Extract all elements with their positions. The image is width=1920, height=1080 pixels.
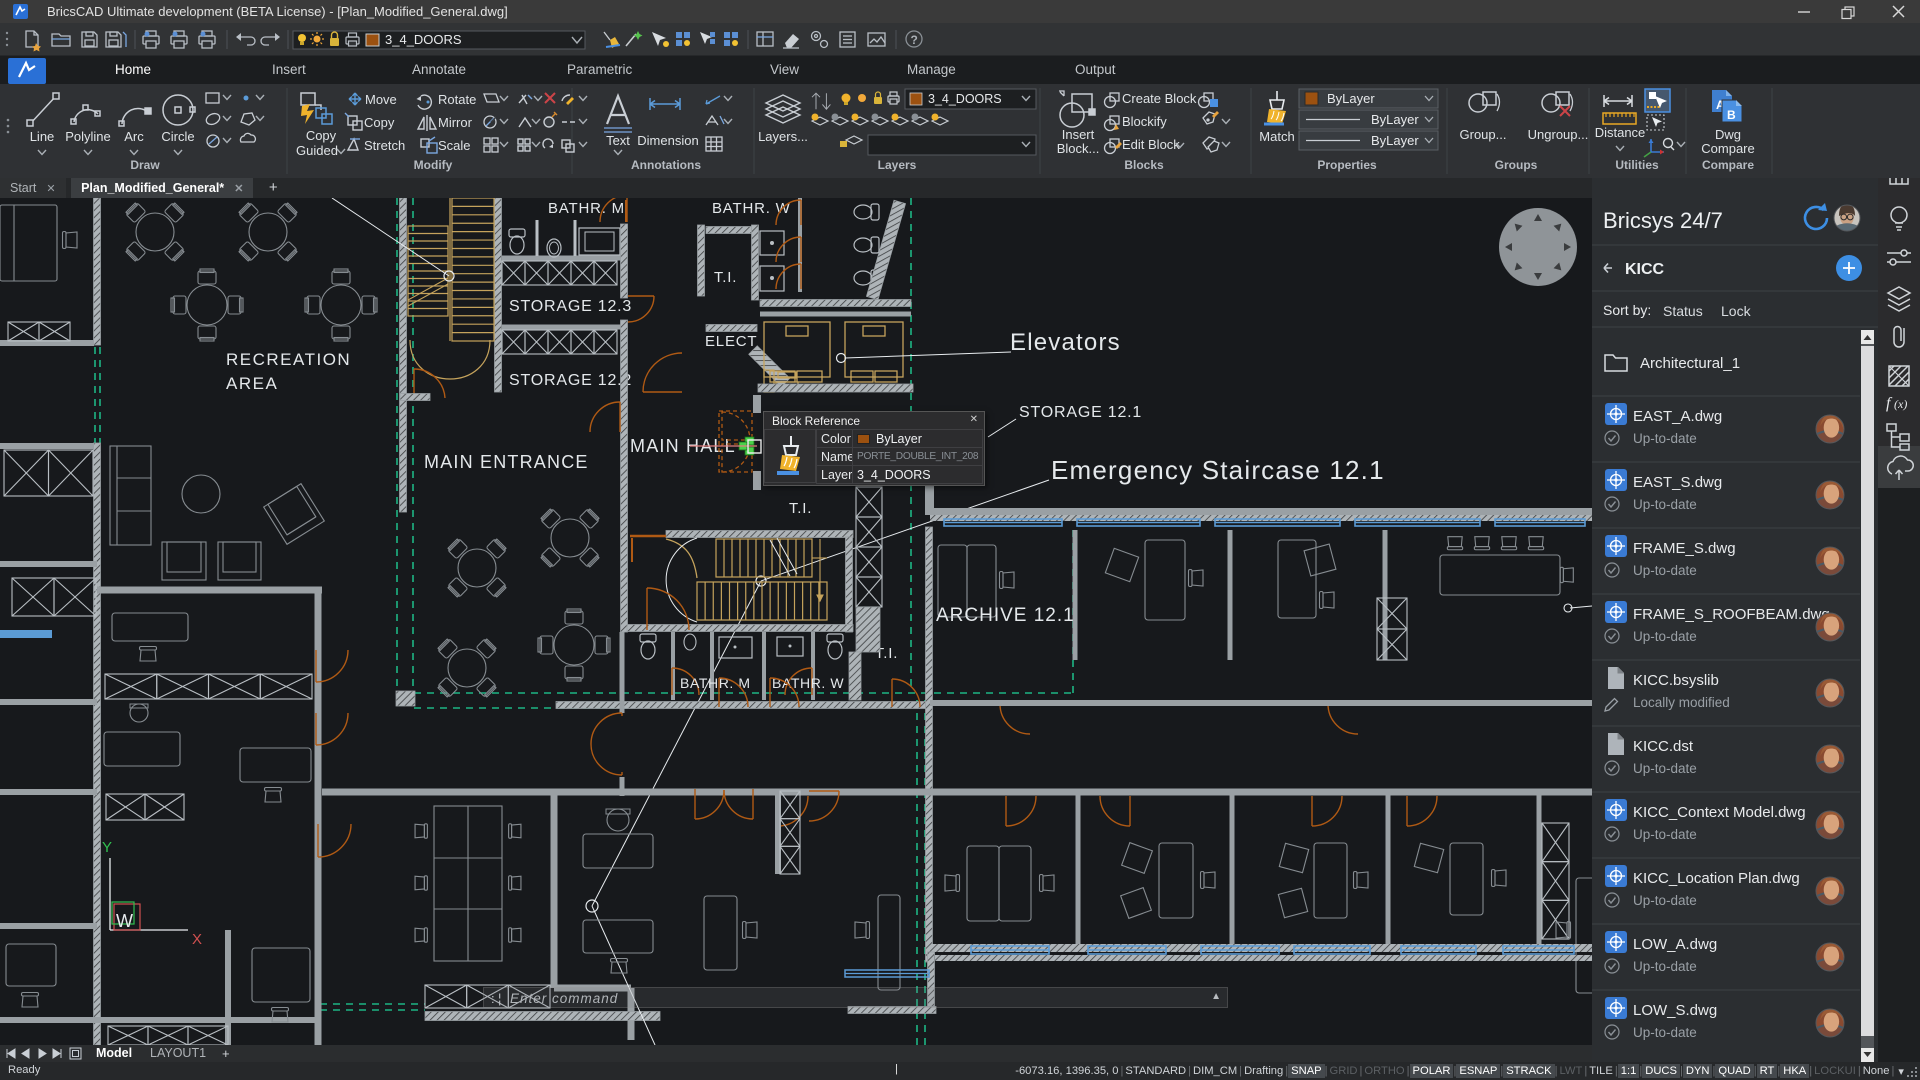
svg-text:Circle: Circle [161,129,194,144]
svg-text:W: W [116,911,133,931]
svg-text:Blocks: Blocks [1124,158,1164,172]
svg-text:AREA: AREA [226,374,278,393]
svg-text:3_4_DOORS: 3_4_DOORS [928,92,1002,106]
svg-text:FRAME_S_ROOFBEAM.dwg: FRAME_S_ROOFBEAM.dwg [1633,606,1830,623]
svg-text:KICC_Location Plan.dwg: KICC_Location Plan.dwg [1633,870,1800,887]
svg-text:Text: Text [606,133,630,148]
svg-text:Up-to-date: Up-to-date [1633,497,1697,512]
svg-text:Copy: Copy [364,115,395,130]
svg-text:Architectural_1: Architectural_1 [1640,355,1740,372]
svg-text:STORAGE 12.1: STORAGE 12.1 [1019,404,1142,421]
svg-text:Match: Match [1259,129,1294,144]
svg-text:Draw: Draw [130,158,160,172]
svg-text:Lock: Lock [1721,303,1752,319]
svg-text:Up-to-date: Up-to-date [1633,563,1697,578]
svg-text:Status: Status [1663,303,1703,319]
svg-text:BATHR. W: BATHR. W [772,675,844,691]
svg-text:Layers...: Layers... [758,129,808,144]
svg-text:Up-to-date: Up-to-date [1633,959,1697,974]
svg-text:(x): (x) [1894,397,1907,411]
svg-text:ByLayer: ByLayer [1371,133,1419,148]
svg-text:Bricsys 24/7: Bricsys 24/7 [1603,208,1723,233]
svg-text:STORAGE 12.3: STORAGE 12.3 [509,298,632,315]
svg-text:Blockify: Blockify [1122,114,1167,129]
svg-text:Guided: Guided [296,143,338,158]
svg-text:EAST_S.dwg: EAST_S.dwg [1633,474,1722,491]
svg-text:Annotations: Annotations [631,158,701,172]
svg-text:Copy: Copy [306,128,337,143]
svg-text:EAST_A.dwg: EAST_A.dwg [1633,408,1722,425]
svg-text:MAIN ENTRANCE: MAIN ENTRANCE [424,452,589,472]
svg-text:Properties: Properties [1317,158,1377,172]
svg-text:Up-to-date: Up-to-date [1633,761,1697,776]
svg-text:LOW_A.dwg: LOW_A.dwg [1633,936,1717,953]
svg-text:Elevators: Elevators [1010,329,1121,356]
svg-text:T.I.: T.I. [789,500,812,517]
svg-text:Modify: Modify [414,158,453,172]
svg-text:Layers: Layers [878,158,917,172]
svg-text:Up-to-date: Up-to-date [1633,827,1697,842]
svg-text:ELECT: ELECT [705,333,757,350]
svg-text:Insert: Insert [1062,127,1095,142]
svg-text:Compare: Compare [1702,158,1754,172]
svg-text:Line: Line [30,129,55,144]
svg-text:Groups: Groups [1495,158,1538,172]
svg-text:Rotate: Rotate [438,92,476,107]
svg-text:Y: Y [102,839,112,856]
svg-text:KICC.dst: KICC.dst [1633,738,1694,755]
svg-text:KICC.bsyslib: KICC.bsyslib [1633,672,1719,689]
svg-text:Group...: Group... [1460,127,1507,142]
svg-text:3_4_DOORS: 3_4_DOORS [385,32,462,47]
svg-text:ARCHIVE 12.1: ARCHIVE 12.1 [936,605,1075,626]
svg-text:Up-to-date: Up-to-date [1633,1025,1697,1040]
svg-text:Ungroup...: Ungroup... [1528,127,1589,142]
svg-text:X: X [192,931,202,948]
svg-text:BATHR. M: BATHR. M [680,675,751,691]
svg-text:?: ? [911,33,918,47]
svg-text:Dimension: Dimension [637,133,698,148]
svg-text:Arc: Arc [124,129,144,144]
svg-text:Utilities: Utilities [1615,158,1659,172]
svg-text:LOW_S.dwg: LOW_S.dwg [1633,1002,1717,1019]
svg-text:Mirror: Mirror [438,115,473,130]
svg-text:Up-to-date: Up-to-date [1633,431,1697,446]
svg-text:ByLayer: ByLayer [1327,91,1375,106]
svg-text:Compare: Compare [1701,141,1754,156]
svg-text:Up-to-date: Up-to-date [1633,629,1697,644]
svg-text:KICC_Context Model.dwg: KICC_Context Model.dwg [1633,804,1806,821]
svg-text:Distance: Distance [1595,125,1646,140]
svg-text:Edit Block: Edit Block [1122,137,1180,152]
svg-text:BATHR. M: BATHR. M [548,200,625,217]
svg-text:FRAME_S.dwg: FRAME_S.dwg [1633,540,1736,557]
svg-text:Block...: Block... [1057,141,1100,156]
svg-text:Up-to-date: Up-to-date [1633,893,1697,908]
svg-text:ByLayer: ByLayer [1371,112,1419,127]
svg-text:T.I.: T.I. [714,269,737,286]
svg-text:Emergency Staircase 12.1: Emergency Staircase 12.1 [1051,455,1385,485]
svg-text:Locally modified: Locally modified [1633,695,1730,710]
svg-text:Dwg: Dwg [1715,127,1741,142]
svg-text:Move: Move [365,92,397,107]
svg-text:B: B [1727,108,1736,122]
svg-text:Create Block: Create Block [1122,91,1197,106]
svg-text:RECREATION: RECREATION [226,350,351,369]
svg-text:Stretch: Stretch [364,138,405,153]
svg-text:STORAGE 12.2: STORAGE 12.2 [509,372,632,389]
svg-text:Sort by:: Sort by: [1603,302,1651,318]
svg-text:Scale: Scale [438,138,471,153]
svg-text:Polyline: Polyline [65,129,111,144]
svg-text:KICC: KICC [1625,261,1665,278]
